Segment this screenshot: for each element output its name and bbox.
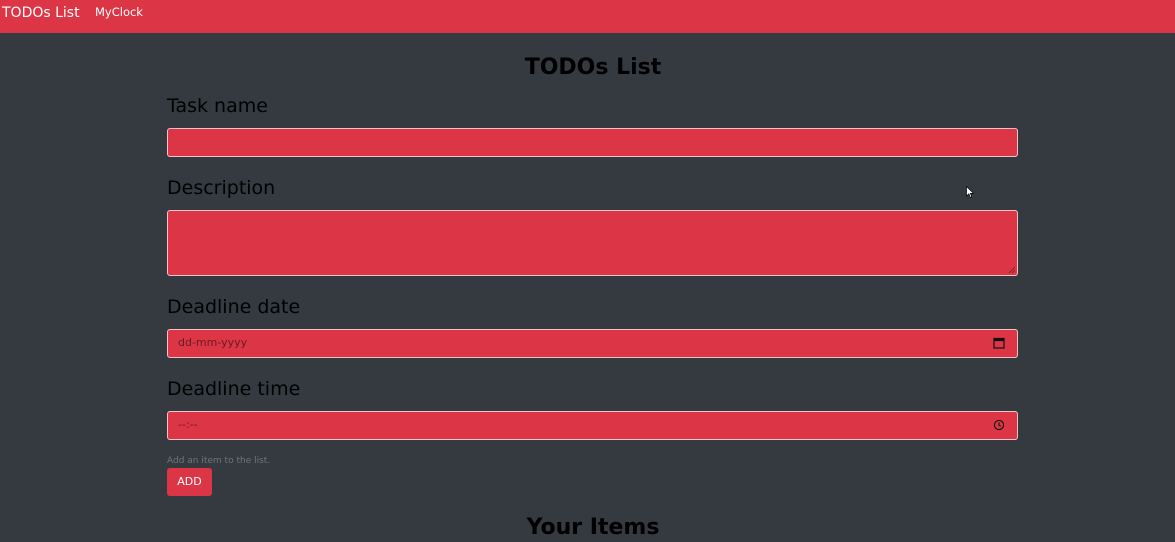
deadline-time-input[interactable]: --:--: [167, 411, 1018, 440]
navbar: TODOs List MyClock: [0, 0, 1175, 33]
deadline-date-label: Deadline date: [167, 296, 301, 318]
page-title: TODOs List: [524, 55, 662, 80]
description-textarea[interactable]: [167, 210, 1018, 276]
clock-icon[interactable]: [993, 419, 1005, 431]
nav-link-myclock[interactable]: MyClock: [95, 5, 143, 19]
deadline-date-input[interactable]: dd-mm-yyyy: [167, 329, 1018, 358]
help-text: Add an item to the list.: [167, 456, 271, 466]
deadline-time-placeholder: --:--: [178, 418, 198, 431]
description-label: Description: [167, 177, 276, 199]
task-name-input[interactable]: [167, 128, 1018, 157]
task-name-label: Task name: [167, 95, 268, 117]
deadline-date-placeholder: dd-mm-yyyy: [178, 336, 248, 349]
calendar-icon[interactable]: [993, 337, 1005, 349]
deadline-time-label: Deadline time: [167, 378, 301, 400]
mouse-cursor-icon: [966, 186, 974, 199]
brand-link[interactable]: TODOs List: [2, 5, 80, 21]
resize-grip-icon[interactable]: [1008, 266, 1015, 273]
add-button[interactable]: ADD: [167, 468, 212, 496]
your-items-title: Your Items: [526, 515, 660, 540]
